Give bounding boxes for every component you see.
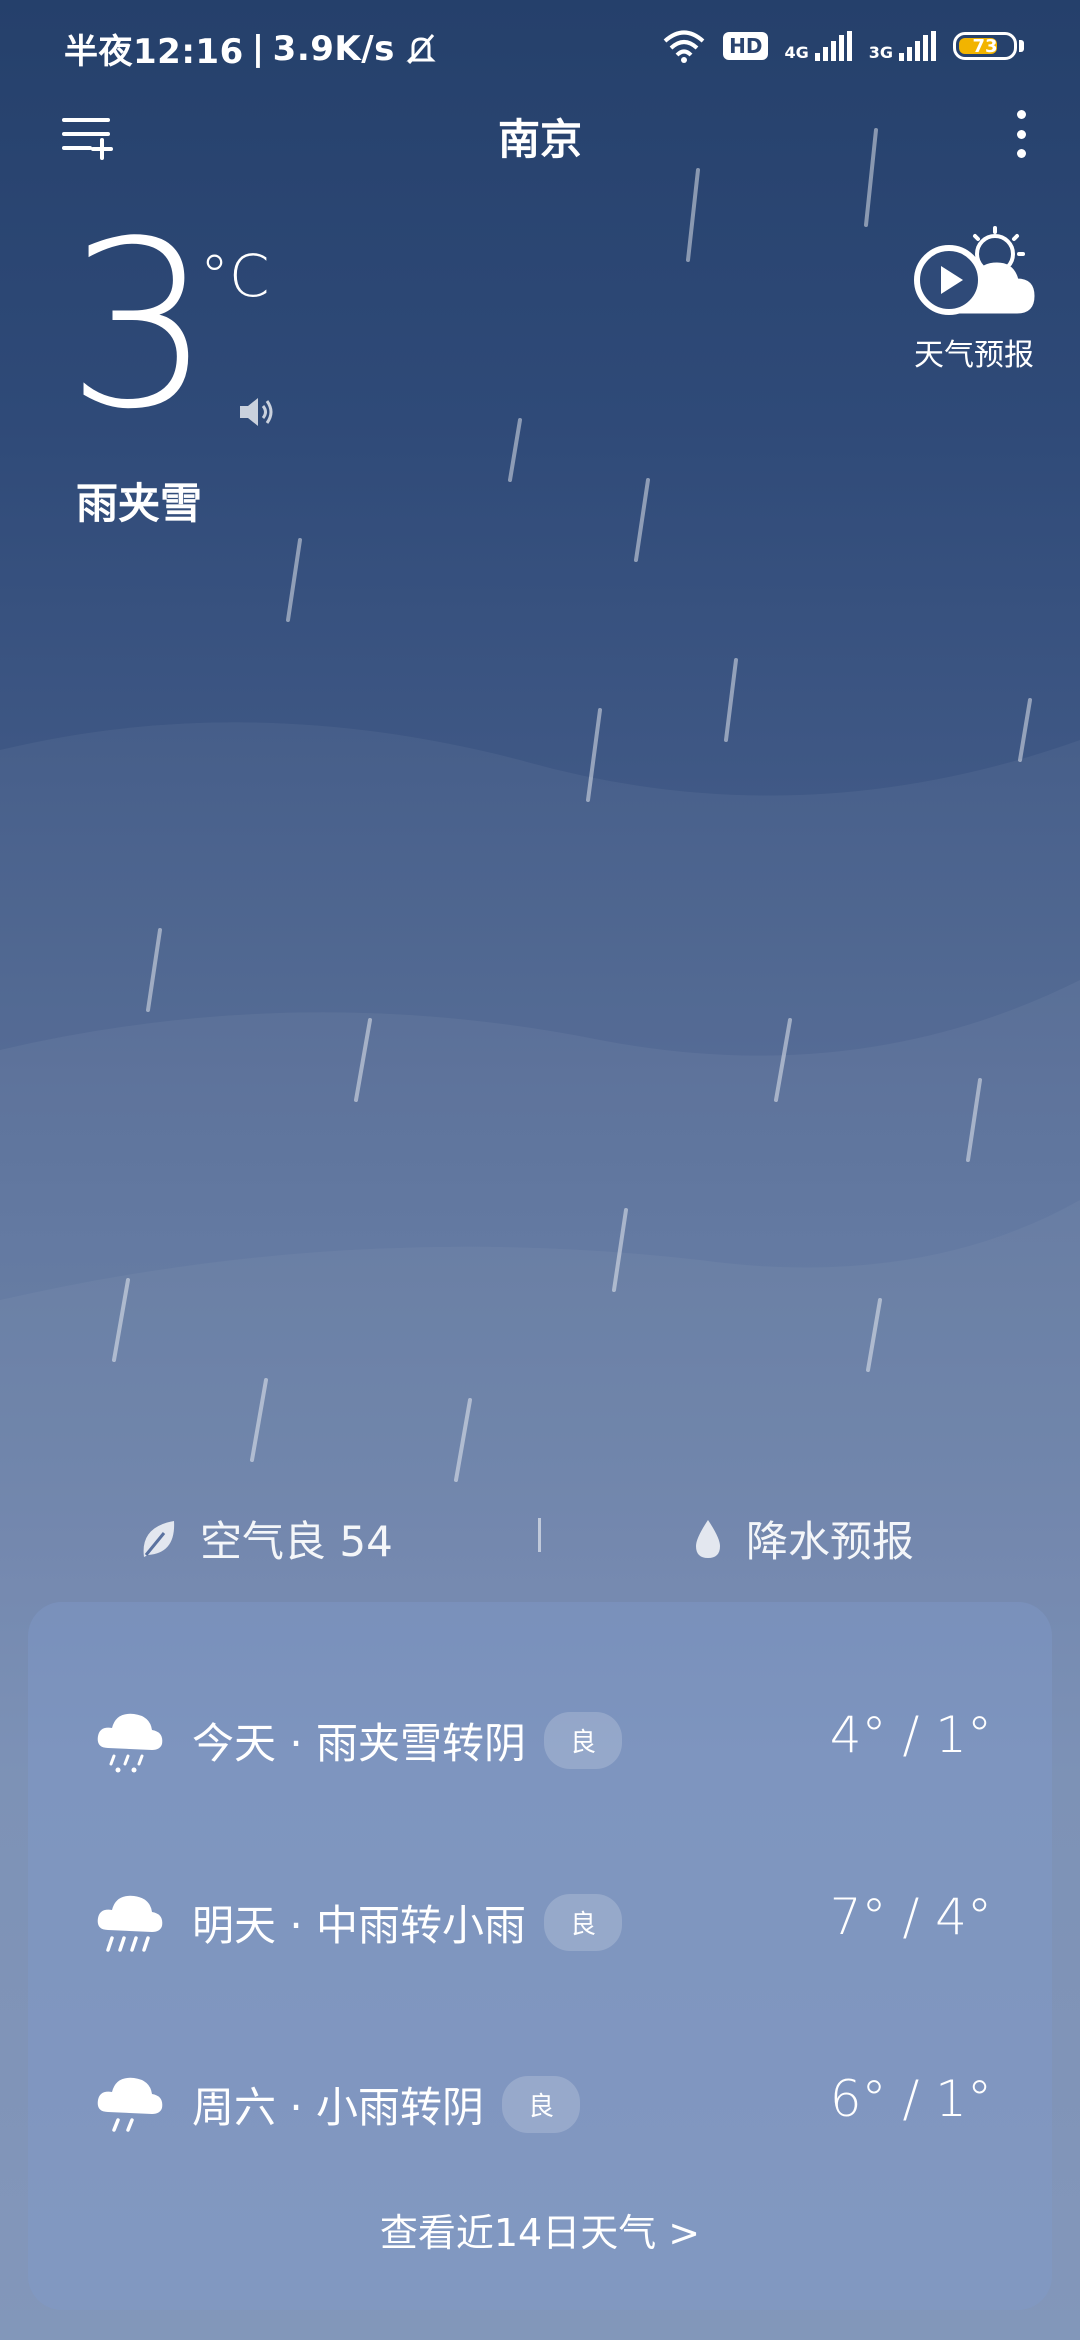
sleet-icon xyxy=(97,1713,163,1773)
forecast-day-text: 今天 · 雨夹雪转阴 良 xyxy=(192,1710,623,1771)
water-drop-icon xyxy=(696,1519,720,1558)
wifi-icon xyxy=(663,30,705,63)
forecast-row-saturday[interactable]: 周六 · 小雨转阴 良 6° / 1° xyxy=(28,2048,1052,2148)
air-info-row: 空气良 54 降水预报 xyxy=(0,1498,1080,1568)
signal-bars-icon xyxy=(814,31,852,61)
precipitation-forecast-button[interactable]: 降水预报 xyxy=(692,1508,914,1569)
forecast-card: 今天 · 雨夹雪转阴 良 4° / 1° 明天 · 中雨转小雨 良 7° / 4… xyxy=(28,1602,1052,2310)
forecast-video-label: 天气预报 xyxy=(914,338,1034,373)
city-title: 南京 xyxy=(497,115,582,164)
forecast-temp-range: 6° / 1° xyxy=(829,2070,992,2128)
forecast-day-text: 明天 · 中雨转小雨 良 xyxy=(192,1892,623,1953)
play-cloud-icon xyxy=(914,226,1035,315)
current-condition: 雨夹雪 xyxy=(76,479,203,528)
net-label-4g: 4G xyxy=(784,43,809,62)
hd-badge: HD xyxy=(723,32,769,60)
forecast-day-text: 周六 · 小雨转阴 良 xyxy=(192,2074,581,2135)
air-quality-button[interactable]: 空气良 54 xyxy=(138,1508,393,1569)
net-label-3g: 3G xyxy=(868,43,893,62)
forecast-temp-range: 7° / 4° xyxy=(829,1888,992,1946)
temperature-unit: °C xyxy=(200,242,270,310)
aqi-badge: 良 xyxy=(502,2076,581,2133)
mute-bell-icon xyxy=(406,33,436,64)
forecast-day-label: 周六 · 小雨转阴 xyxy=(192,2083,485,2132)
signal-bars-icon xyxy=(899,31,936,61)
forecast-day-label: 今天 · 雨夹雪转阴 xyxy=(192,1719,527,1768)
battery-indicator: 73 xyxy=(953,32,1024,60)
air-quality-label: 空气良 54 xyxy=(200,1517,393,1566)
app-header: 南京 xyxy=(0,100,1080,170)
view-14-day-forecast-link[interactable]: 查看近14日天气 > xyxy=(28,2202,1052,2257)
battery-tip xyxy=(1019,40,1024,52)
precipitation-label: 降水预报 xyxy=(746,1517,915,1566)
forecast-row-tomorrow[interactable]: 明天 · 中雨转小雨 良 7° / 4° xyxy=(28,1866,1052,1966)
status-speed: 3.9K/s xyxy=(272,28,395,69)
current-temperature: 3 xyxy=(66,193,212,460)
status-left: 半夜12:16 | 3.9K/s xyxy=(64,24,439,73)
signal-4g: 4G xyxy=(784,31,852,61)
light-rain-icon xyxy=(97,2077,163,2132)
status-right: HD 4G 3G 73 xyxy=(661,28,1024,64)
status-bar: 半夜12:16 | 3.9K/s HD 4G 3G 73 xyxy=(0,0,1080,100)
aqi-badge: 良 xyxy=(544,1712,623,1769)
air-divider xyxy=(538,1518,541,1552)
weather-forecast-video-button[interactable]: 天气预报 xyxy=(904,224,1044,374)
battery-level: 73 xyxy=(972,35,998,57)
forecast-day-label: 明天 · 中雨转小雨 xyxy=(192,1901,527,1950)
status-time: 半夜12:16 xyxy=(64,32,244,72)
signal-3g: 3G xyxy=(869,31,937,61)
forecast-row-today[interactable]: 今天 · 雨夹雪转阴 良 4° / 1° xyxy=(28,1684,1052,1784)
aqi-badge: 良 xyxy=(544,1894,623,1951)
forecast-temp-range: 4° / 1° xyxy=(829,1706,992,1764)
battery-icon: 73 xyxy=(953,32,1017,60)
rain-icon xyxy=(97,1895,163,1952)
leaf-icon xyxy=(143,1520,175,1557)
more-options-icon[interactable] xyxy=(1006,106,1036,162)
status-separator: | xyxy=(251,28,265,69)
speaker-icon[interactable] xyxy=(236,394,276,430)
